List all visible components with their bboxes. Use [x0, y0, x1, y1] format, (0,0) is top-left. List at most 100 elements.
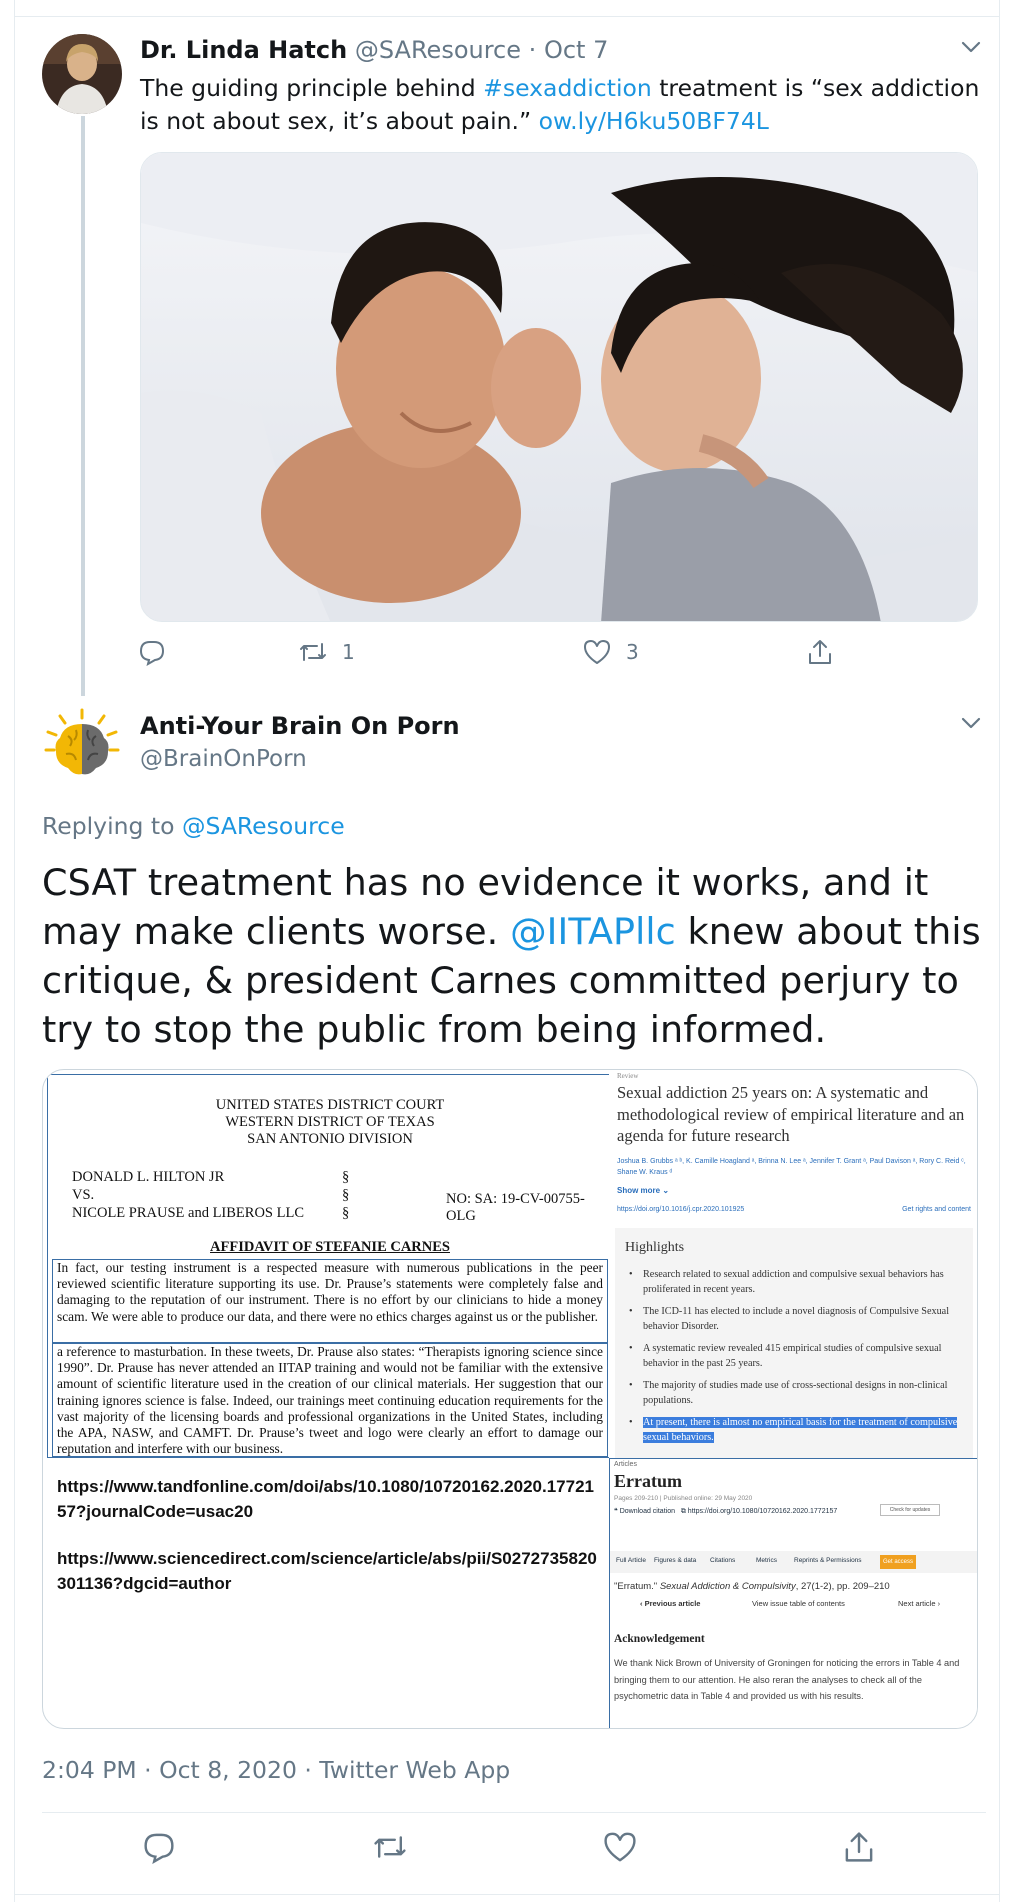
highlights-list: Research related to sexual addiction and…: [629, 1268, 961, 1453]
tweet-url-link[interactable]: ow.ly/H6ku50BF74L: [539, 107, 769, 135]
citation-rest: , 27(1-2), pp. 209–210: [795, 1581, 890, 1592]
retweet-count: 1: [342, 640, 355, 664]
selected-text: At present, there is almost no empirical…: [643, 1417, 958, 1443]
next-article-label: Next article: [898, 1599, 936, 1608]
highlights-box: Highlights Research related to sexual ad…: [615, 1228, 973, 1458]
affidavit-document: UNITED STATES DISTRICT COURT WESTERN DIS…: [47, 1074, 613, 1458]
highlights-title: Highlights: [625, 1240, 685, 1255]
article-doi: https://doi.org/10.1016/j.cpr.2020.10192…: [617, 1206, 745, 1213]
reference-url: https://www.sciencedirect.com/science/ar…: [57, 1549, 597, 1593]
hashtag-link[interactable]: #sexaddiction: [483, 74, 652, 102]
acknowledgement-title: Acknowledgement: [614, 1633, 705, 1645]
erratum-title: Erratum: [614, 1471, 682, 1491]
replying-to: Replying to @SAResource: [42, 812, 345, 840]
party-defendant: NICOLE PRAUSE and LIBEROS LLC: [72, 1205, 304, 1221]
retweet-button[interactable]: [372, 1830, 412, 1870]
rights-link: Get rights and content: [902, 1206, 971, 1213]
show-more-label: Show more: [617, 1186, 661, 1195]
tweet-image[interactable]: UNITED STATES DISTRICT COURT WESTERN DIS…: [42, 1069, 978, 1729]
erratum-kicker: Articles: [614, 1461, 637, 1468]
avatar[interactable]: [42, 34, 122, 114]
section-mark: §: [342, 1187, 350, 1203]
heart-icon: [602, 1830, 642, 1864]
article-kicker: Review: [617, 1072, 639, 1080]
section-mark: §: [342, 1205, 350, 1221]
replying-handle-link[interactable]: @SAResource: [182, 812, 345, 840]
share-icon: [806, 638, 834, 666]
party-plaintiff: DONALD L. HILTON JR: [72, 1169, 225, 1185]
actions-divider: [42, 1812, 986, 1813]
next-article-link: Next article ›: [898, 1599, 941, 1608]
couple-in-bed-image: [141, 153, 977, 621]
highlight-item: The ICD-11 has elected to include a nove…: [629, 1305, 961, 1334]
avatar[interactable]: [42, 706, 122, 786]
previous-article-label: Previous article: [644, 1599, 701, 1608]
previous-article-link: ‹ Previous article: [640, 1599, 701, 1608]
tweet-timestamp[interactable]: 2:04 PM · Oct 8, 2020 · Twitter Web App: [42, 1756, 510, 1784]
affidavit-paragraph: a reference to masturbation. In these tw…: [52, 1343, 608, 1457]
article-tab: Figures & data: [654, 1557, 697, 1564]
download-citation: Download citation: [619, 1508, 675, 1515]
like-button[interactable]: [602, 1830, 642, 1870]
toc-link: View issue table of contents: [752, 1599, 845, 1608]
reply-button[interactable]: [138, 638, 166, 666]
replying-prefix: Replying to: [42, 812, 182, 840]
share-button[interactable]: [842, 1830, 882, 1870]
share-icon: [842, 1830, 882, 1864]
reply-icon: [142, 1830, 182, 1864]
thread-connector: [81, 116, 85, 696]
retweet-icon: [298, 638, 328, 666]
bottom-divider: [14, 1894, 1000, 1895]
reply-icon: [138, 638, 166, 666]
show-more-link: Show more ⌄: [617, 1186, 670, 1195]
article-tab: Metrics: [756, 1557, 777, 1564]
erratum-doi: https://doi.org/10.1080/10720162.2020.17…: [687, 1508, 838, 1515]
chevron-down-icon[interactable]: [958, 710, 984, 736]
top-divider: [14, 16, 1000, 17]
article-tab: Citations: [710, 1557, 736, 1564]
affidavit-paragraph: In fact, our testing instrument is a res…: [52, 1259, 608, 1343]
court-header: UNITED STATES DISTRICT COURT WESTERN DIS…: [48, 1097, 612, 1148]
affidavit-title: AFFIDAVIT OF STEFANIE CARNES: [210, 1239, 450, 1255]
article-title: Sexual addiction 25 years on: A systemat…: [617, 1083, 965, 1145]
tweet-date[interactable]: Oct 7: [544, 36, 608, 64]
erratum-citation-row: ❝ Download citation ⧉ https://doi.org/10…: [614, 1507, 837, 1516]
download-icon: ❝: [614, 1508, 618, 1515]
article-authors: Joshua B. Grubbs ᵃ ᵇ, K. Camille Hoaglan…: [617, 1158, 966, 1176]
check-updates-badge: Check for updates: [880, 1504, 940, 1516]
reply-button[interactable]: [142, 1830, 182, 1870]
link-icon: ⧉: [680, 1508, 686, 1515]
retweet-icon: [372, 1830, 412, 1864]
reference-url: https://www.tandfonline.com/doi/abs/10.1…: [57, 1477, 594, 1521]
court-header-line: WESTERN DISTRICT OF TEXAS: [225, 1114, 435, 1130]
author-name[interactable]: Anti-Your Brain On Porn: [140, 712, 460, 740]
retweet-button[interactable]: 1: [298, 638, 355, 666]
author-name[interactable]: Dr. Linda Hatch: [140, 36, 347, 64]
avatar-photo: [42, 34, 122, 114]
brain-logo-icon: [42, 706, 122, 786]
court-header-line: UNITED STATES DISTRICT COURT: [215, 1097, 445, 1113]
author-handle[interactable]: @SAResource: [355, 36, 521, 64]
article-tabs: Full Article Figures & data Citations Me…: [610, 1551, 977, 1573]
article-tab: Full Article: [616, 1557, 646, 1564]
tweet-photo[interactable]: [140, 152, 978, 622]
share-button[interactable]: [806, 638, 834, 666]
author-handle[interactable]: @BrainOnPorn: [140, 746, 307, 772]
tweet-header: Dr. Linda Hatch @SAResource · Oct 7: [140, 36, 608, 64]
party-vs: VS.: [72, 1187, 95, 1203]
citation-journal: Sexual Addiction & Compulsivity: [659, 1581, 796, 1592]
highlight-item-selected: At present, there is almost no empirical…: [629, 1416, 961, 1445]
article-tab: Reprints & Permissions: [794, 1557, 862, 1564]
highlight-item: Research related to sexual addiction and…: [629, 1268, 961, 1297]
mention-link[interactable]: @IITAPllc: [510, 910, 676, 953]
like-button[interactable]: 3: [582, 638, 639, 666]
tweet-actions: [42, 1830, 986, 1876]
acknowledgement-text: We thank Nick Brown of University of Gro…: [614, 1658, 960, 1701]
erratum-screenshot: Articles Erratum Pages 209-210 | Publish…: [609, 1458, 977, 1728]
highlight-item: A systematic review revealed 415 empiric…: [629, 1342, 961, 1371]
erratum-pages: Pages 209-210 | Published online: 29 May…: [614, 1495, 753, 1502]
highlight-item: The majority of studies made use of cros…: [629, 1379, 961, 1408]
heart-icon: [582, 638, 612, 666]
chevron-down-icon[interactable]: [958, 34, 984, 60]
section-mark: §: [342, 1169, 350, 1185]
